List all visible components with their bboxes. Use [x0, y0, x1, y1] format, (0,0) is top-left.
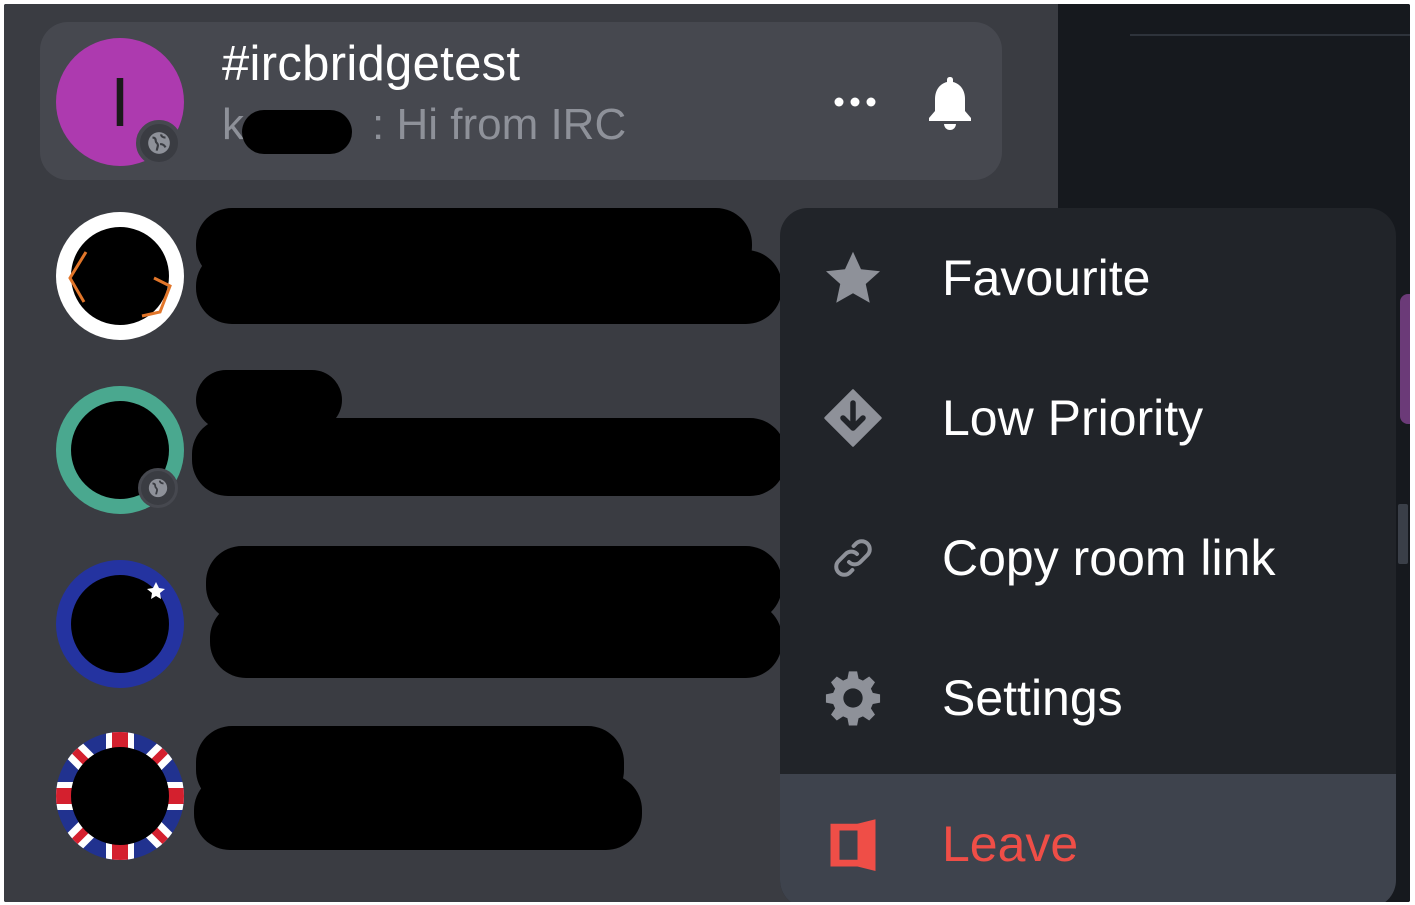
gear-icon: [822, 667, 884, 729]
menu-item-label: Low Priority: [942, 390, 1204, 446]
menu-item-label: Copy room link: [942, 530, 1276, 586]
menu-item-label: Leave: [942, 816, 1079, 872]
leave-door-icon: [822, 813, 884, 875]
redacted-room-preview-3: [192, 418, 786, 496]
arrow-down-diamond-icon: [822, 387, 884, 449]
room-avatar-5[interactable]: [56, 732, 184, 860]
room-options-button[interactable]: [830, 82, 880, 122]
room-name: #ircbridgetest: [222, 37, 521, 91]
menu-item-copy-room-link[interactable]: Copy room link: [780, 488, 1396, 628]
divider: [1130, 34, 1410, 36]
app-frame: I #ircbridgetest k : Hi from IRC Favourit…: [4, 4, 1410, 902]
partial-avatar: [1400, 294, 1410, 424]
room-avatar-2[interactable]: [56, 212, 184, 340]
menu-item-leave[interactable]: Leave: [780, 774, 1396, 902]
room-context-menu: Favourite Low Priority Copy room link Se…: [780, 208, 1396, 902]
link-icon: [822, 527, 884, 589]
menu-item-favourite[interactable]: Favourite: [780, 208, 1396, 348]
star-icon: [822, 247, 884, 309]
redacted-room-preview-2: [196, 250, 782, 324]
sender-initial: k: [222, 100, 244, 149]
redacted-room-preview-5: [194, 774, 642, 850]
preview-text: : Hi from IRC: [372, 100, 627, 149]
partial-text: [1398, 504, 1408, 564]
redacted-room-preview-4: [210, 602, 782, 678]
redacted-avatar: [71, 747, 169, 845]
menu-item-low-priority[interactable]: Low Priority: [780, 348, 1396, 488]
ellipsis-icon: [834, 97, 876, 107]
globe-icon: [138, 468, 178, 508]
star-badge-icon: [147, 582, 165, 599]
menu-item-label: Settings: [942, 670, 1123, 726]
avatar-letter: I: [110, 63, 130, 141]
globe-icon: [136, 120, 182, 166]
menu-item-label: Favourite: [942, 250, 1151, 306]
menu-item-settings[interactable]: Settings: [780, 628, 1396, 768]
redacted-sender: [242, 110, 352, 154]
notification-options-button[interactable]: [922, 70, 978, 136]
hexagon-logo-icon: [68, 251, 172, 318]
bell-icon: [929, 77, 971, 130]
room-avatar-4[interactable]: [56, 560, 184, 688]
